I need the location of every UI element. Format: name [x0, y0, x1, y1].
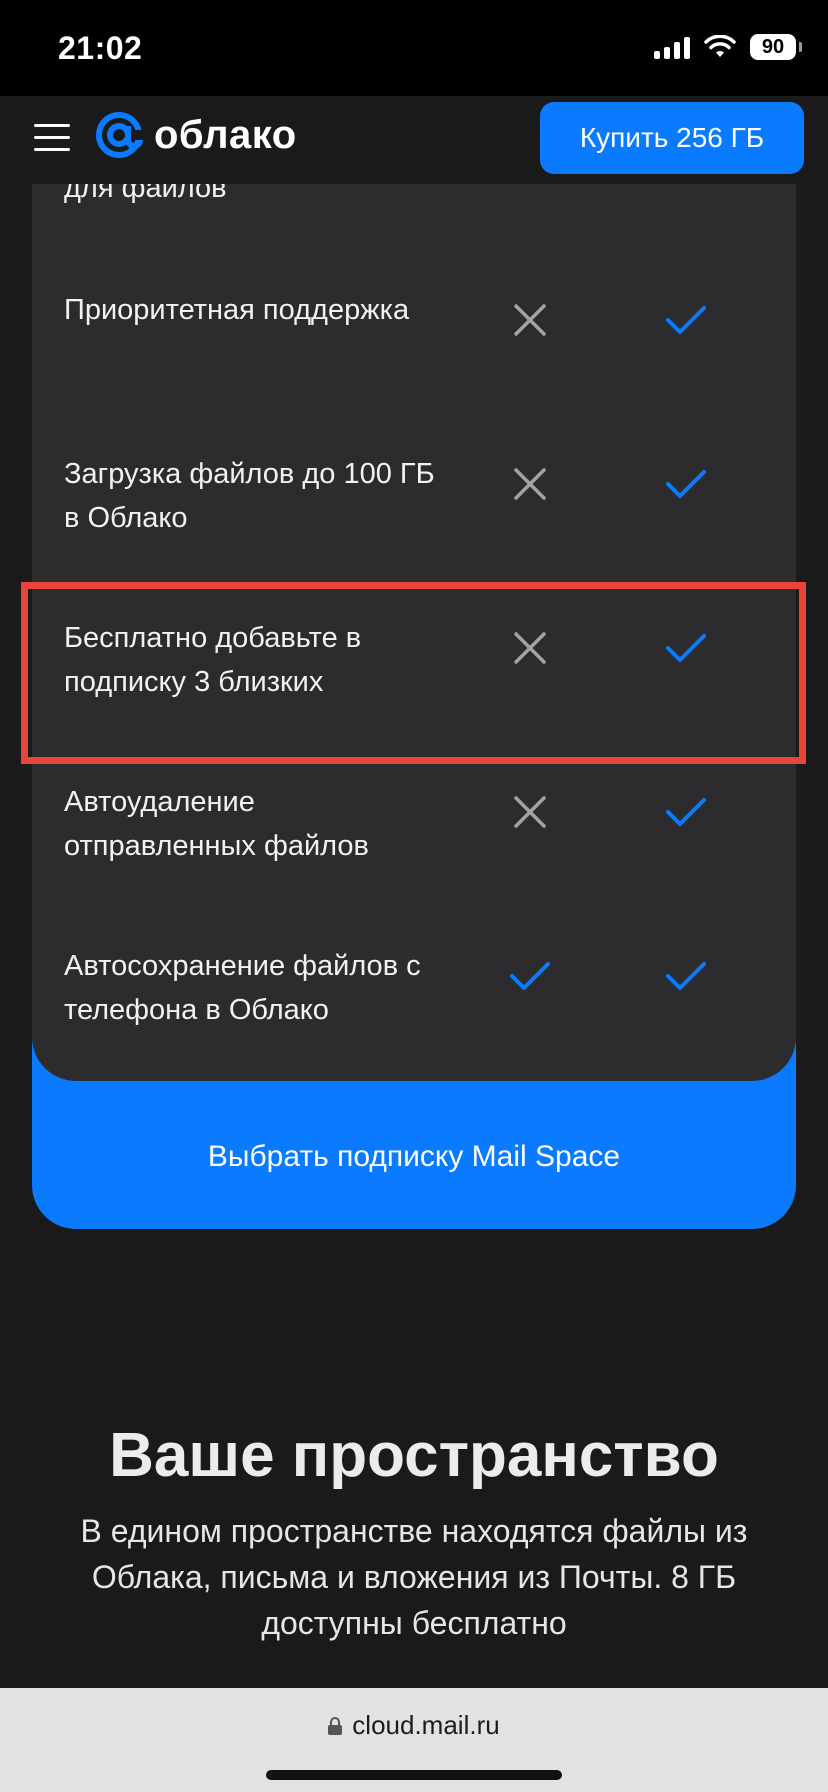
feature-label: Автосохранение файлов с телефона в Облак…: [64, 950, 421, 1026]
free-cross-icon: [510, 792, 550, 832]
at-sign-logo-icon: [96, 112, 144, 158]
highlight-frame: [21, 582, 806, 764]
free-cross-icon: [510, 300, 550, 340]
status-time: 21:02: [58, 30, 143, 66]
browser-address-bar[interactable]: cloud.mail.ru: [0, 1688, 828, 1792]
pro-check-icon: [666, 792, 706, 832]
status-bar: 21:02 90: [0, 0, 828, 96]
battery-icon: 90: [750, 34, 802, 60]
wifi-icon: [704, 35, 736, 57]
status-icons: 90: [654, 34, 802, 60]
url-text: cloud.mail.ru: [352, 1710, 500, 1740]
feature-label: Загрузка файлов до 100 ГБ в Облако: [64, 458, 435, 534]
free-check-icon: [510, 956, 550, 996]
lock-icon: [328, 1716, 343, 1735]
section-description: В едином пространстве находятся файлы из…: [80, 1513, 748, 1641]
free-cross-icon: [510, 464, 550, 504]
cellular-signal-icon: [654, 35, 690, 59]
pro-check-icon: [666, 300, 706, 340]
url-display[interactable]: cloud.mail.ru: [0, 1710, 828, 1741]
feature-label: Автоудаление отправленных файлов: [64, 786, 369, 862]
buy-storage-button[interactable]: Купить 256 ГБ: [540, 102, 804, 174]
site-header: облако Купить 256 ГБ: [0, 96, 828, 184]
pro-check-icon: [666, 956, 706, 996]
logo[interactable]: облако: [94, 110, 297, 160]
menu-icon[interactable]: [34, 124, 70, 154]
feature-label: Приоритетная поддержка: [64, 294, 410, 326]
pro-check-icon: [666, 464, 706, 504]
select-subscription-button[interactable]: Выбрать подписку Mail Space: [32, 1081, 796, 1229]
section-title: Ваше пространство: [109, 1421, 719, 1490]
logo-text: облако: [154, 112, 297, 157]
home-indicator[interactable]: [266, 1770, 562, 1780]
feature-label: для файлов: [64, 184, 227, 204]
